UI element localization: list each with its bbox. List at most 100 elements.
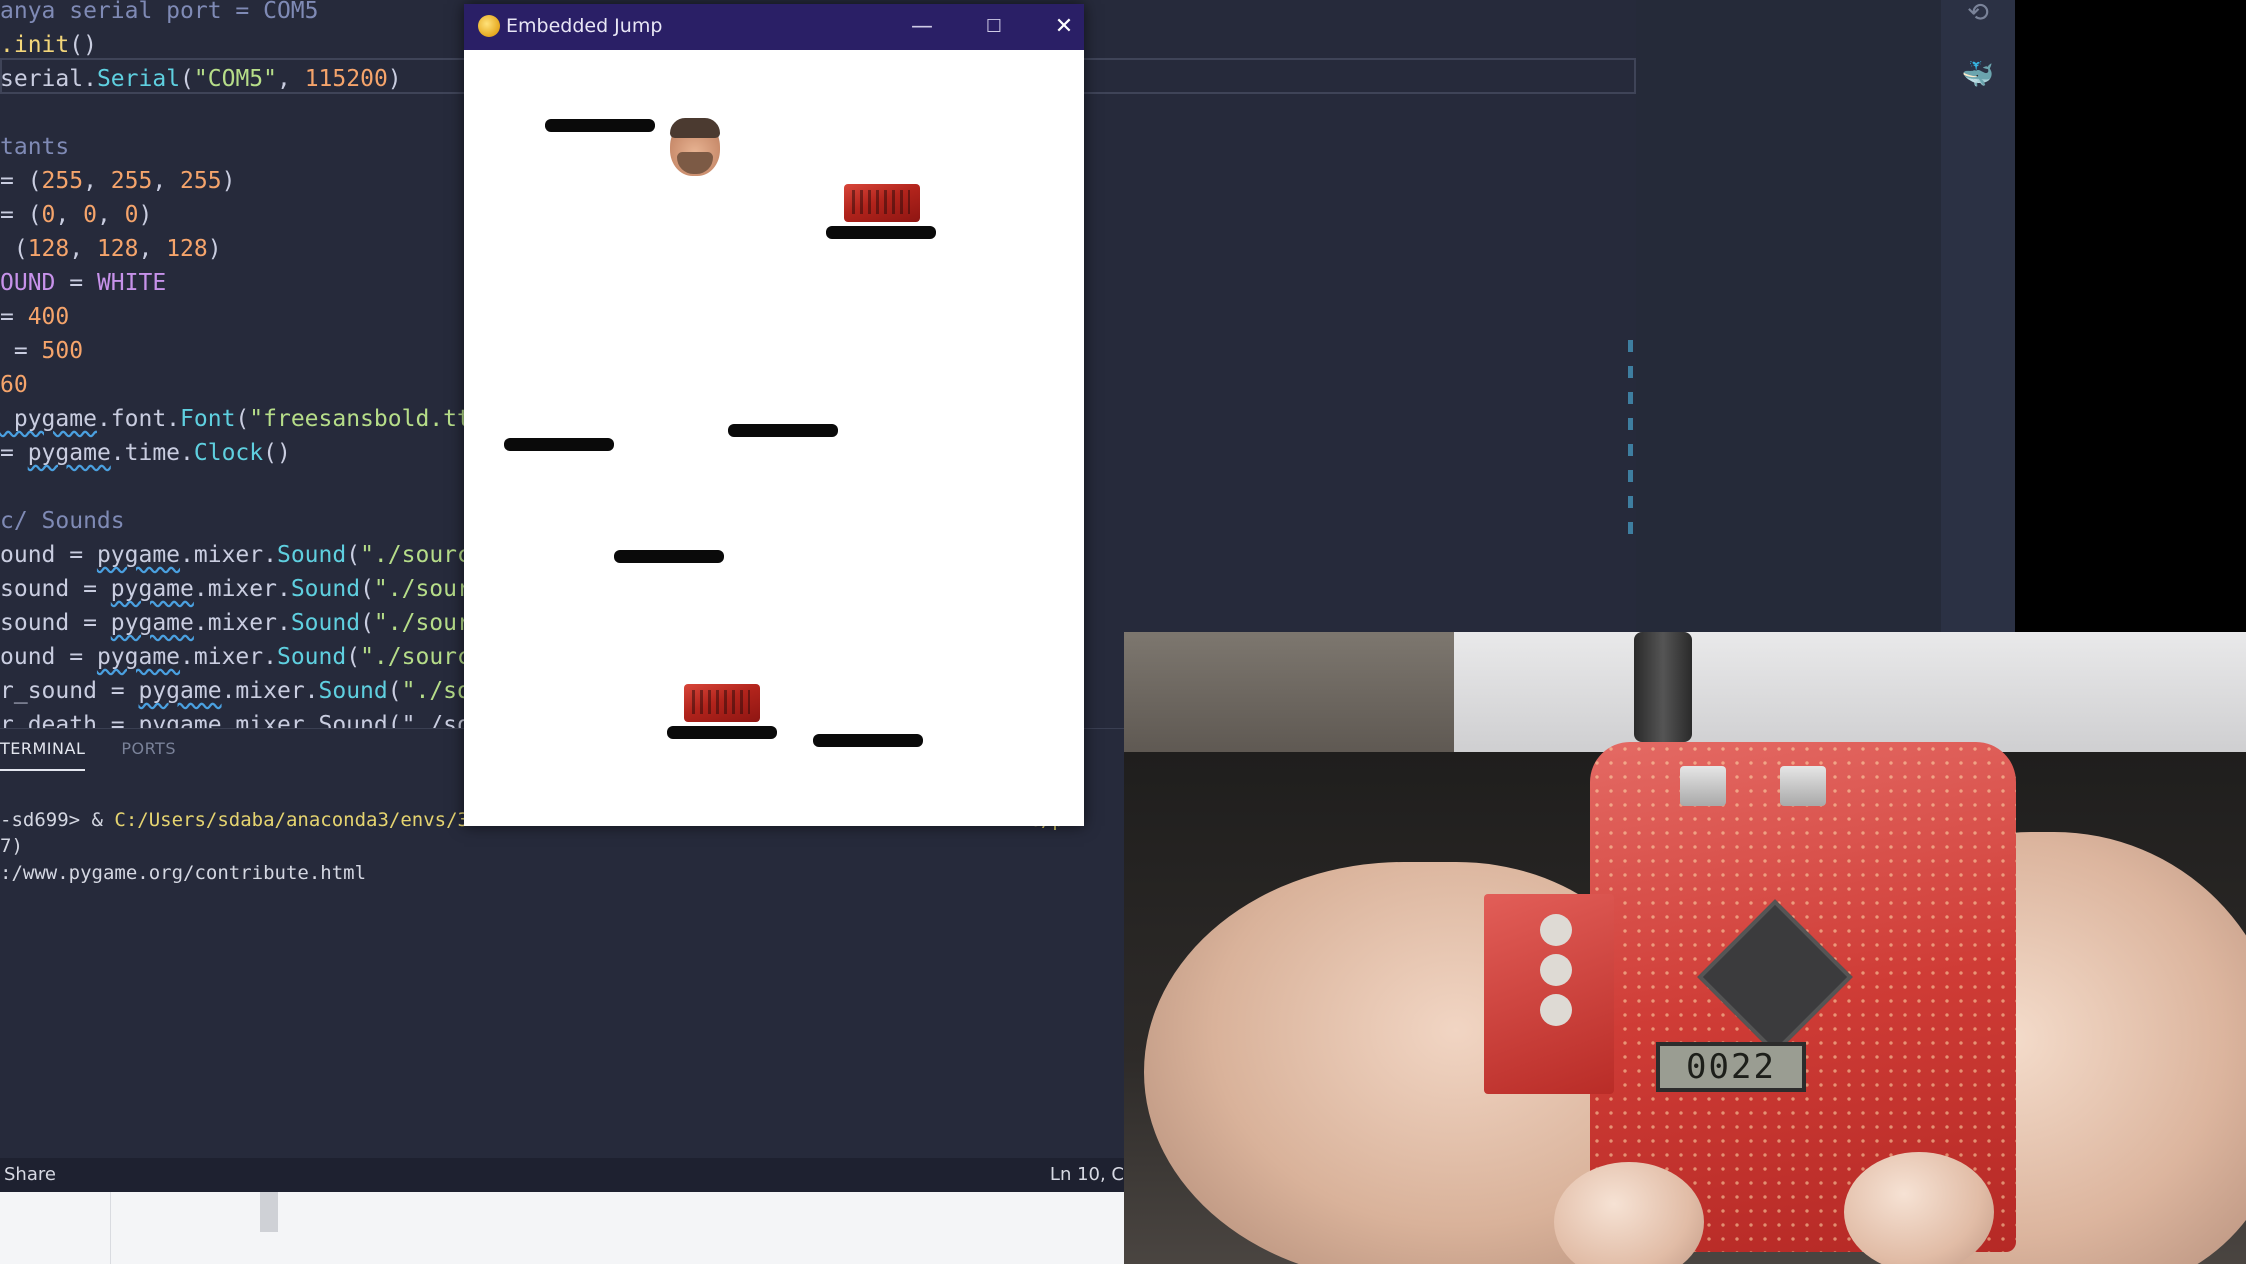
board-button: [1540, 994, 1572, 1026]
platform: [504, 438, 614, 451]
code-token: OUND: [0, 270, 56, 296]
panel-tabs: TERMINAL PORTS: [0, 739, 176, 771]
code-line: pygame.font.Font("freesansbold.tt: [0, 402, 471, 436]
minimize-button[interactable]: —: [902, 10, 942, 44]
window-titlebar[interactable]: Embedded Jump — ☐ ✕: [464, 4, 1084, 50]
code-token: (: [180, 66, 194, 92]
status-bar: Share Ln 10, C: [0, 1158, 1124, 1192]
code-token: = (: [0, 202, 42, 228]
code-line: ound = pygame.mixer.Sound("./source: [0, 538, 485, 572]
code-token: (: [346, 542, 361, 568]
usb-port: [1780, 766, 1826, 806]
platform: [826, 226, 936, 239]
code-token: ): [207, 236, 222, 262]
code-token: 500: [41, 338, 84, 364]
terminal-line: :/www.pygame.org/contribute.html: [0, 860, 366, 886]
code-token: Font: [180, 406, 236, 432]
board-button: [1540, 914, 1572, 946]
taskbar-handle[interactable]: [260, 1192, 278, 1232]
terminal-token: -sd699> &: [0, 809, 115, 831]
code-token: =: [0, 304, 28, 330]
code-line: c/ Sounds: [0, 504, 125, 538]
code-token: .font.: [96, 406, 181, 432]
code-token: (: [346, 644, 361, 670]
maximize-button[interactable]: ☐: [974, 10, 1014, 44]
platform: [545, 119, 655, 132]
code-token: (: [360, 610, 374, 636]
platform: [667, 726, 777, 739]
code-token: tants: [0, 134, 70, 160]
code-token: (: [0, 236, 28, 262]
scrollbar-markers: [1628, 340, 1634, 548]
code-token: Clock: [193, 440, 264, 466]
game-canvas[interactable]: [464, 50, 1084, 826]
tab-ports[interactable]: PORTS: [121, 739, 176, 771]
status-share[interactable]: Share: [4, 1164, 56, 1185]
code-line: serial.Serial("COM5", 115200): [0, 62, 402, 96]
webcam-monitor: [1454, 632, 2246, 752]
code-token: ,: [83, 168, 111, 194]
code-token: ): [221, 168, 236, 194]
code-token: =: [0, 338, 42, 364]
code-line: tants: [0, 130, 69, 164]
code-token: ,: [55, 202, 84, 228]
code-token: .: [83, 66, 97, 92]
code-line: sound = pygame.mixer.Sound("./sour: [0, 606, 471, 640]
code-token: ): [138, 202, 153, 228]
code-token: "COM5": [193, 66, 277, 92]
expansion-board: [1484, 894, 1614, 1094]
code-token: .mixer.: [221, 678, 319, 704]
code-token: .mixer.: [193, 610, 291, 636]
code-line: = 500: [0, 334, 83, 368]
tab-terminal[interactable]: TERMINAL: [0, 739, 86, 771]
code-token: Sound: [290, 576, 361, 602]
code-token: r_sound =: [0, 678, 139, 704]
code-token: 400: [27, 304, 70, 330]
code-token: r_death = pygame.mixer.Sound("./so: [0, 712, 471, 728]
code-token: Sound: [276, 542, 347, 568]
code-line: ound = pygame.mixer.Sound("./source: [0, 640, 485, 674]
code-token: serial: [0, 66, 84, 92]
close-button[interactable]: ✕: [1044, 10, 1084, 44]
code-token: ,: [138, 236, 167, 262]
code-token: 255: [110, 168, 153, 194]
usb-cable: [1634, 632, 1692, 742]
remote-icon[interactable]: ⟲: [1961, 0, 1995, 28]
right-thumb: [1844, 1152, 1994, 1264]
code-token: pygame: [0, 406, 97, 432]
code-token: (: [235, 406, 250, 432]
game-window[interactable]: Embedded Jump — ☐ ✕: [464, 4, 1084, 826]
code-token: Sound: [290, 610, 361, 636]
code-token: .init: [0, 32, 70, 58]
platform: [813, 734, 923, 747]
taskbar-divider: [110, 1192, 111, 1264]
docker-icon[interactable]: 🐳: [1961, 60, 1995, 90]
terminal-line: 7): [0, 833, 23, 859]
status-cursor-position[interactable]: Ln 10, C: [1050, 1164, 1124, 1185]
code-line: (128, 128, 128): [0, 232, 222, 266]
code-token: 128: [166, 236, 208, 262]
code-token: 255: [41, 168, 84, 194]
code-token: (: [360, 576, 374, 602]
code-token: ,: [152, 168, 181, 194]
code-token: = (: [0, 168, 42, 194]
terminal-token: C:/Users/sdaba/anaconda3/envs/3: [114, 809, 469, 831]
window-title: Embedded Jump: [506, 15, 663, 37]
code-token: pygame: [96, 542, 181, 568]
code-token: 0: [41, 202, 56, 228]
code-line: sound = pygame.mixer.Sound("./sour: [0, 572, 471, 606]
code-line: 60: [0, 368, 28, 402]
code-token: c/ Sounds: [0, 508, 125, 534]
taskbar: [0, 1192, 1124, 1264]
code-line: .init(): [0, 28, 97, 62]
code-token: 255: [180, 168, 222, 194]
code-token: =: [0, 440, 28, 466]
webcam-video: 0022: [1124, 632, 2246, 1264]
board-powerup-sprite: [844, 184, 920, 222]
code-token: anya serial port = COM5: [0, 0, 319, 24]
python-icon: [478, 15, 500, 37]
code-token: Sound: [318, 678, 388, 704]
code-token: sound =: [0, 610, 111, 636]
lcd-display: 0022: [1656, 1042, 1806, 1092]
code-token: Serial: [96, 66, 181, 92]
